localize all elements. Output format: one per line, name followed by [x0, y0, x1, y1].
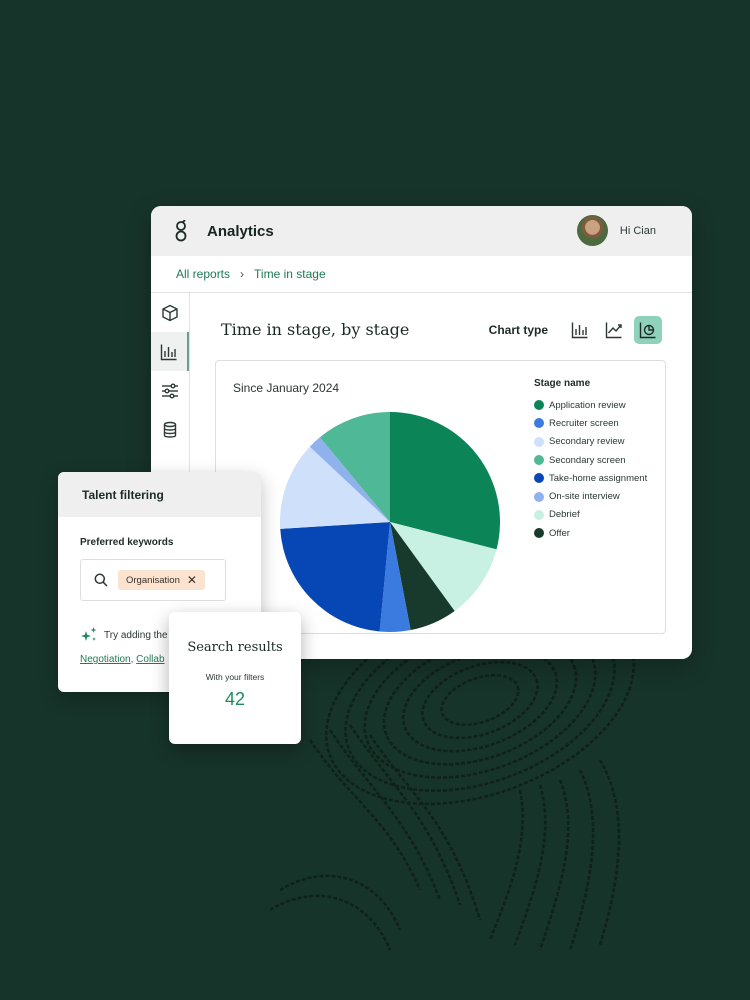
line-chart-icon: [605, 322, 622, 339]
keywords-input[interactable]: Organisation ✕: [80, 559, 226, 601]
breadcrumb-current[interactable]: Time in stage: [254, 267, 326, 281]
legend-swatch: [534, 400, 544, 411]
pie-chart: [280, 412, 500, 632]
sliders-icon: [162, 383, 178, 398]
legend-item: Recruiter screen: [534, 414, 647, 432]
search-results-count: 42: [224, 689, 246, 709]
suggested-keywords: Negotiation, Collab: [80, 654, 165, 665]
legend-swatch: [534, 473, 544, 484]
legend-label: Secondary review: [549, 436, 625, 448]
user-greeting: Hi Cian: [619, 224, 656, 237]
keyword-chip[interactable]: Organisation ✕: [118, 570, 205, 590]
legend-label: Offer: [549, 527, 570, 539]
avatar[interactable]: [576, 215, 608, 246]
chart-card: Since January 2024 Stage name Applicatio…: [215, 360, 666, 634]
window-header: Analytics Hi Cian: [151, 206, 692, 256]
legend-item: On-site interview: [534, 487, 647, 505]
legend-swatch: [534, 418, 544, 429]
chevron-right-icon: ›: [240, 267, 245, 281]
pie-chart-icon: [639, 322, 656, 339]
close-icon[interactable]: ✕: [187, 574, 197, 586]
breadcrumb-all-reports[interactable]: All reports: [176, 267, 230, 281]
keyword-chip-label: Organisation: [126, 574, 180, 586]
legend-label: Application review: [549, 399, 626, 411]
sidebar-item-reports[interactable]: [151, 332, 189, 371]
user-menu[interactable]: Hi Cian: [576, 215, 656, 246]
sparkle-icon: [81, 627, 97, 641]
app-title: Analytics: [207, 222, 274, 240]
keyword-link-collab[interactable]: Collab: [136, 654, 164, 665]
legend-item: Application review: [534, 396, 647, 414]
legend-swatch: [534, 436, 544, 447]
chart-type-label: Chart type: [488, 323, 548, 337]
legend-title: Stage name: [534, 378, 591, 389]
main-panel: Time in stage, by stage Chart type Since…: [190, 293, 692, 659]
page-title: Time in stage, by stage: [221, 320, 410, 339]
legend-item: Secondary screen: [534, 451, 647, 469]
bar-chart-icon: [160, 344, 177, 360]
database-icon: [163, 421, 177, 438]
app-logo-icon[interactable]: [169, 219, 193, 243]
hint-text: Try adding the: [104, 629, 168, 641]
sidebar-item-filters[interactable]: [151, 371, 189, 410]
bar-chart-icon: [571, 322, 588, 339]
breadcrumb: All reports › Time in stage: [151, 256, 692, 293]
legend-swatch: [534, 455, 544, 466]
preferred-keywords-label: Preferred keywords: [80, 537, 174, 548]
chart-subtitle: Since January 2024: [233, 381, 340, 395]
chart-type-bar-button[interactable]: [566, 316, 594, 344]
legend-item: Secondary review: [534, 433, 647, 451]
keyword-link-negotiation[interactable]: Negotiation: [80, 654, 131, 665]
legend-label: On-site interview: [549, 491, 620, 503]
legend-label: Take-home assignment: [549, 472, 648, 484]
search-results-card: Search results With your filters 42: [169, 612, 301, 744]
chart-type-pie-button[interactable]: [634, 316, 662, 344]
legend-swatch: [534, 528, 544, 539]
legend-item: Take-home assignment: [534, 469, 647, 487]
sidebar-item-data[interactable]: [151, 410, 189, 449]
chart-legend: Stage name Application review Recruiter s…: [534, 378, 647, 542]
search-icon: [94, 573, 108, 587]
suggestion-hint: Try adding the: [80, 626, 168, 644]
legend-item: Offer: [534, 524, 647, 542]
search-results-title: Search results: [187, 640, 283, 655]
chart-type-line-button[interactable]: [600, 316, 628, 344]
search-results-subtitle: With your filters: [205, 672, 265, 682]
talent-filtering-title: Talent filtering: [58, 472, 261, 517]
legend-label: Debrief: [549, 509, 580, 521]
legend-item: Debrief: [534, 506, 647, 524]
legend-swatch: [534, 509, 544, 520]
cube-icon: [162, 304, 178, 321]
legend-swatch: [534, 491, 544, 502]
legend-label: Recruiter screen: [549, 417, 619, 429]
legend-label: Secondary screen: [549, 454, 626, 466]
chart-type-selector: Chart type: [489, 316, 662, 344]
sidebar-item-cube[interactable]: [151, 293, 189, 332]
